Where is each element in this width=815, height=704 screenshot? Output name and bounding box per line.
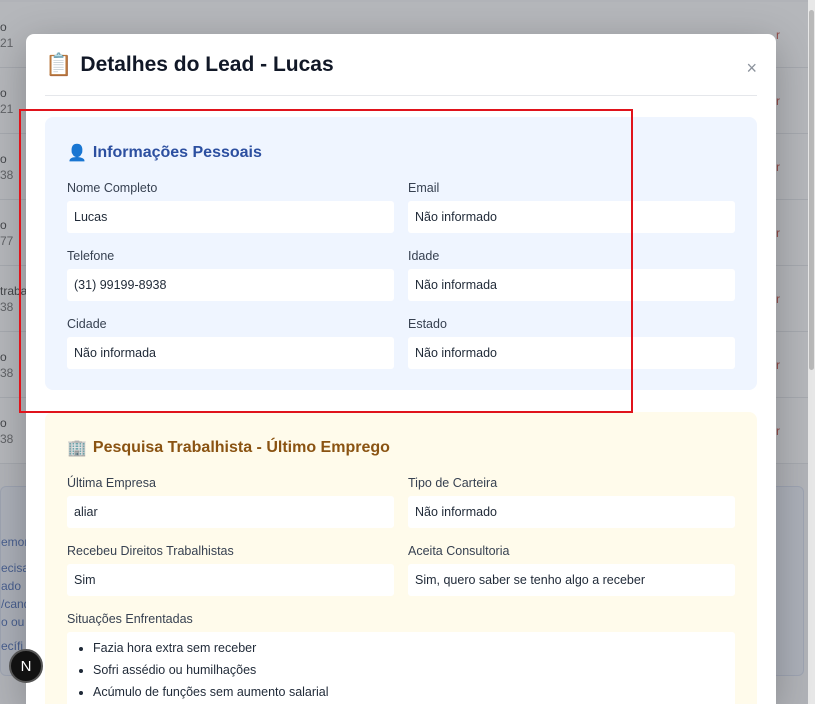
highlight-box xyxy=(19,109,633,413)
modal-header: 📋 Detalhes do Lead - Lucas × xyxy=(45,34,757,96)
building-icon: 🏢 xyxy=(67,440,87,457)
scrollbar-thumb[interactable] xyxy=(809,10,814,370)
field-card-type: Tipo de Carteira Não informado xyxy=(408,476,735,528)
field-received-rights: Recebeu Direitos Trabalhistas Sim xyxy=(67,544,394,596)
page-scrollbar[interactable] xyxy=(808,0,815,704)
close-button[interactable]: × xyxy=(746,58,757,79)
situations-list: Fazia hora extra sem receber Sofri asséd… xyxy=(67,632,735,704)
field-accepts-consulting: Aceita Consultoria Sim, quero saber se t… xyxy=(408,544,735,596)
section-title-work: 🏢 Pesquisa Trabalhista - Último Emprego xyxy=(67,439,390,457)
clipboard-icon: 📋 xyxy=(45,51,73,77)
list-item: Sofri assédio ou humilhações xyxy=(93,662,735,684)
work-survey-section: 🏢 Pesquisa Trabalhista - Último Emprego … xyxy=(45,412,757,704)
field-situations: Situações Enfrentadas xyxy=(67,612,193,626)
modal-title: Detalhes do Lead - Lucas xyxy=(80,52,334,76)
list-item: Fazia hora extra sem receber xyxy=(93,640,735,662)
list-item: Acúmulo de funções sem aumento salarial xyxy=(93,684,735,704)
floating-action-button[interactable]: N xyxy=(9,649,43,683)
field-last-company: Última Empresa aliar xyxy=(67,476,394,528)
